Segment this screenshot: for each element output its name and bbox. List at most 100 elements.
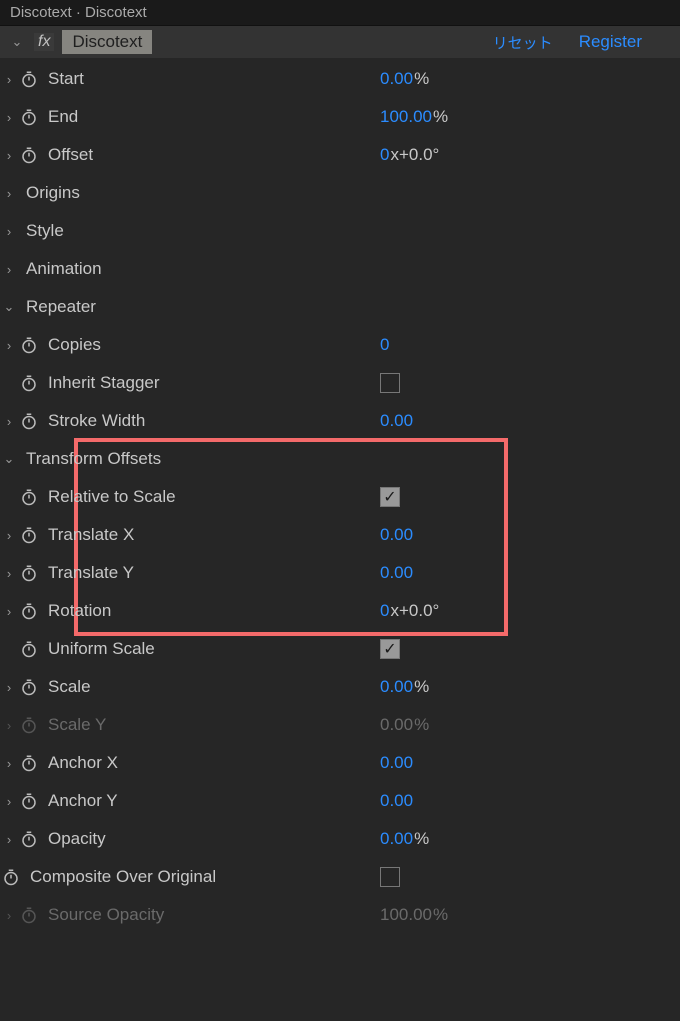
fx-badge: fx	[34, 33, 54, 51]
value-source-opacity: 100.00	[380, 905, 432, 925]
value-scale[interactable]: 0.00	[380, 677, 413, 697]
prop-label: Anchor X	[48, 753, 118, 773]
collapse-effect-icon[interactable]: ⌄	[8, 34, 26, 50]
group-animation: › Animation	[0, 250, 680, 288]
prop-label: Rotation	[48, 601, 111, 621]
chevron-right-icon[interactable]: ›	[0, 604, 18, 619]
prop-label: Stroke Width	[48, 411, 145, 431]
group-label: Transform Offsets	[26, 449, 161, 469]
chevron-right-icon[interactable]: ›	[0, 148, 18, 163]
stopwatch-icon[interactable]	[18, 638, 40, 660]
group-style: › Style	[0, 212, 680, 250]
chevron-down-icon[interactable]: ⌄	[0, 299, 18, 315]
group-label: Animation	[26, 259, 102, 279]
prop-label: Scale	[48, 677, 91, 697]
prop-translate-x: › Translate X 0.00	[0, 516, 680, 554]
stopwatch-icon[interactable]	[0, 866, 22, 888]
chevron-right-icon[interactable]: ›	[0, 528, 18, 543]
chevron-right-icon: ›	[0, 718, 18, 733]
chevron-right-icon[interactable]: ›	[0, 756, 18, 771]
group-repeater: ⌄ Repeater	[0, 288, 680, 326]
prop-label: Uniform Scale	[48, 639, 155, 659]
prop-composite-over-original: Composite Over Original	[0, 858, 680, 896]
stopwatch-icon[interactable]	[18, 410, 40, 432]
prop-relative-to-scale: Relative to Scale ✓	[0, 478, 680, 516]
stopwatch-icon[interactable]	[18, 600, 40, 622]
prop-end: › End 100.00%	[0, 98, 680, 136]
prop-label: Inherit Stagger	[48, 373, 160, 393]
checkbox-composite-over-original[interactable]	[380, 867, 400, 887]
value-anchor-x[interactable]: 0.00	[380, 753, 413, 773]
stopwatch-icon[interactable]	[18, 524, 40, 546]
prop-label: Copies	[48, 335, 101, 355]
value-copies[interactable]: 0	[380, 335, 389, 355]
prop-offset: › Offset 0x+0.0°	[0, 136, 680, 174]
prop-label: End	[48, 107, 78, 127]
stopwatch-icon[interactable]	[18, 486, 40, 508]
effect-name[interactable]: Discotext	[62, 30, 152, 54]
chevron-right-icon[interactable]: ›	[0, 794, 18, 809]
stopwatch-icon[interactable]	[18, 828, 40, 850]
prop-label: Translate Y	[48, 563, 134, 583]
group-label: Repeater	[26, 297, 96, 317]
checkbox-uniform-scale[interactable]: ✓	[380, 639, 400, 659]
prop-label: Anchor Y	[48, 791, 118, 811]
prop-label: Translate X	[48, 525, 134, 545]
value-translate-y[interactable]: 0.00	[380, 563, 413, 583]
value-offset-rev[interactable]: 0	[380, 145, 389, 165]
value-start[interactable]: 0.00	[380, 69, 413, 89]
stopwatch-icon[interactable]	[18, 334, 40, 356]
stopwatch-icon[interactable]	[18, 790, 40, 812]
value-opacity[interactable]: 0.00	[380, 829, 413, 849]
prop-label: Scale Y	[48, 715, 106, 735]
effect-header: ⌄ fx Discotext リセット Register	[0, 26, 680, 58]
chevron-right-icon[interactable]: ›	[0, 224, 18, 239]
chevron-right-icon[interactable]: ›	[0, 414, 18, 429]
register-link[interactable]: Register	[579, 32, 642, 52]
checkbox-inherit-stagger[interactable]	[380, 373, 400, 393]
prop-source-opacity: › Source Opacity 100.00%	[0, 896, 680, 934]
checkbox-relative-to-scale[interactable]: ✓	[380, 487, 400, 507]
chevron-right-icon[interactable]: ›	[0, 680, 18, 695]
chevron-right-icon[interactable]: ›	[0, 832, 18, 847]
chevron-right-icon[interactable]: ›	[0, 338, 18, 353]
chevron-right-icon[interactable]: ›	[0, 186, 18, 201]
chevron-right-icon[interactable]: ›	[0, 262, 18, 277]
prop-scale-y: › Scale Y 0.00%	[0, 706, 680, 744]
prop-label: Source Opacity	[48, 905, 164, 925]
prop-copies: › Copies 0	[0, 326, 680, 364]
value-scale-y: 0.00	[380, 715, 413, 735]
prop-label: Offset	[48, 145, 93, 165]
value-end[interactable]: 100.00	[380, 107, 432, 127]
group-origins: › Origins	[0, 174, 680, 212]
chevron-right-icon[interactable]: ›	[0, 566, 18, 581]
prop-label: Start	[48, 69, 84, 89]
prop-opacity: › Opacity 0.00%	[0, 820, 680, 858]
value-stroke-width[interactable]: 0.00	[380, 411, 413, 431]
panel-titlebar: Discotext · Discotext	[0, 0, 680, 26]
stopwatch-icon[interactable]	[18, 144, 40, 166]
value-rotation-rev[interactable]: 0	[380, 601, 389, 621]
stopwatch-icon[interactable]	[18, 676, 40, 698]
prop-label: Relative to Scale	[48, 487, 176, 507]
prop-start: › Start 0.00%	[0, 60, 680, 98]
value-anchor-y[interactable]: 0.00	[380, 791, 413, 811]
group-transform-offsets: ⌄ Transform Offsets	[0, 440, 680, 478]
stopwatch-icon[interactable]	[18, 68, 40, 90]
reset-link[interactable]: リセット	[493, 32, 553, 53]
stopwatch-icon[interactable]	[18, 106, 40, 128]
chevron-right-icon[interactable]: ›	[0, 110, 18, 125]
chevron-down-icon[interactable]: ⌄	[0, 451, 18, 467]
prop-inherit-stagger: Inherit Stagger	[0, 364, 680, 402]
prop-scale: › Scale 0.00%	[0, 668, 680, 706]
chevron-right-icon: ›	[0, 908, 18, 923]
stopwatch-icon[interactable]	[18, 562, 40, 584]
stopwatch-icon[interactable]	[18, 372, 40, 394]
prop-rotation: › Rotation 0x+0.0°	[0, 592, 680, 630]
effect-controls-panel: › Start 0.00% › End 100.00% › Offset 0x+…	[0, 58, 680, 934]
stopwatch-icon	[18, 904, 40, 926]
prop-translate-y: › Translate Y 0.00	[0, 554, 680, 592]
stopwatch-icon[interactable]	[18, 752, 40, 774]
chevron-right-icon[interactable]: ›	[0, 72, 18, 87]
value-translate-x[interactable]: 0.00	[380, 525, 413, 545]
